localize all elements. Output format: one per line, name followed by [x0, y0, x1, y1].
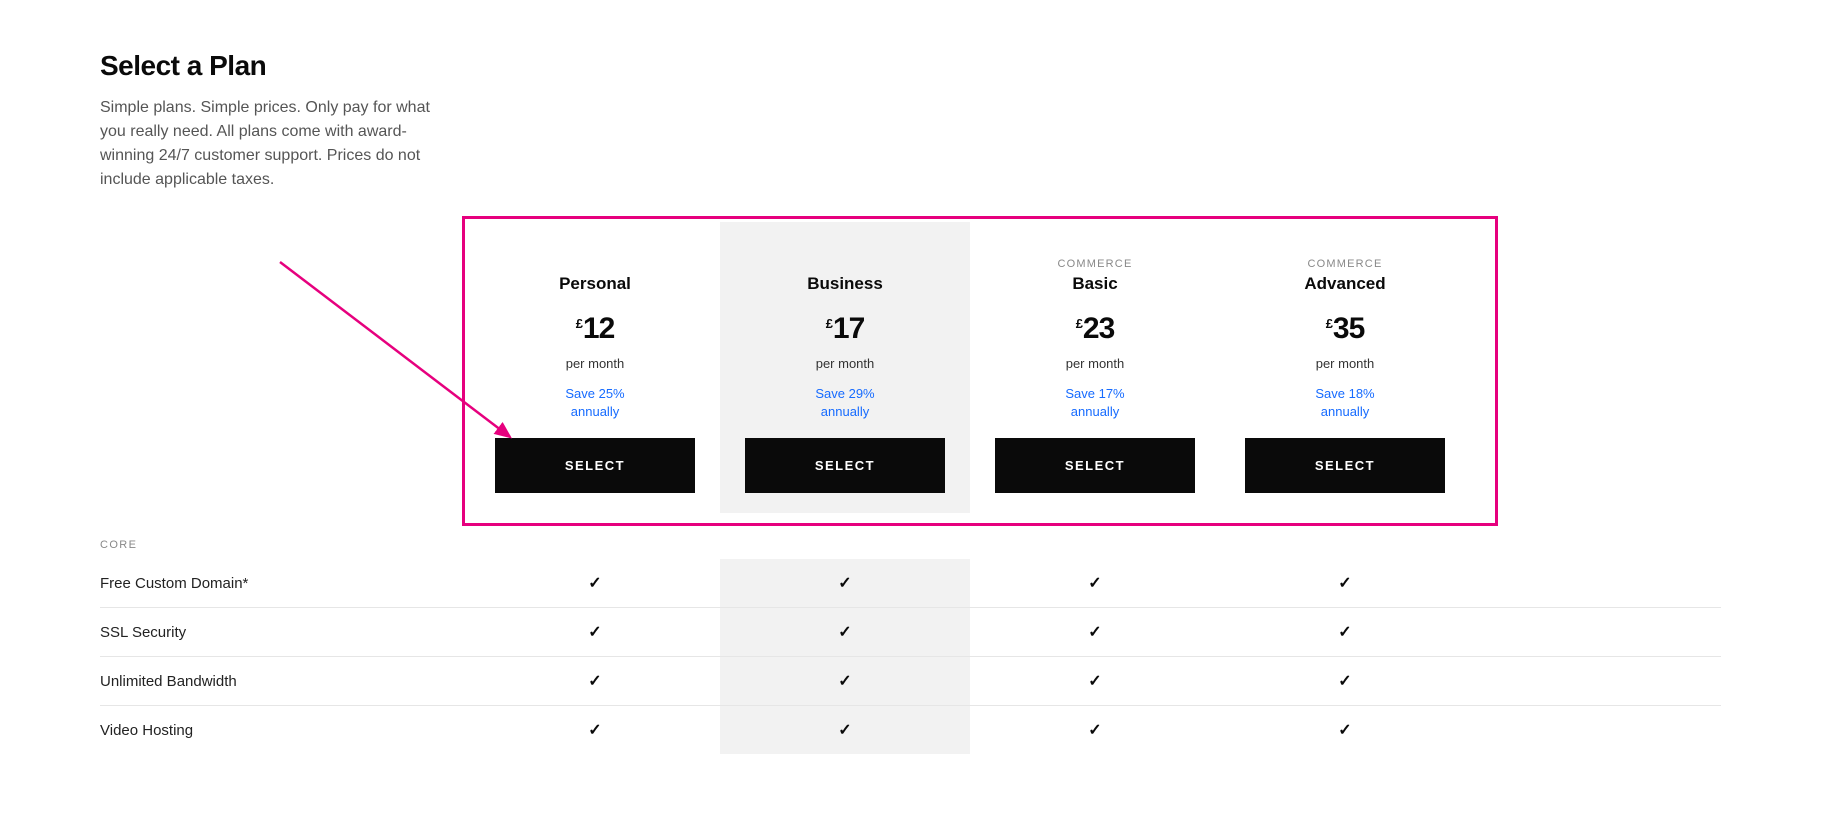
select-button-business[interactable]: SELECT: [745, 438, 945, 493]
select-button-personal[interactable]: SELECT: [495, 438, 695, 493]
price-value: 35: [1333, 312, 1364, 346]
currency-symbol: £: [576, 316, 583, 331]
feature-cell: ✓: [470, 657, 720, 705]
feature-section-label: CORE: [100, 535, 1721, 559]
savings-link[interactable]: Save 29%annually: [720, 385, 970, 420]
plan-tier: [470, 258, 720, 272]
pricing-grid: Personal £ 12 per month Save 25%annually…: [100, 222, 1721, 513]
billing-period: per month: [1220, 356, 1470, 371]
page-title: Select a Plan: [100, 50, 460, 82]
check-icon: ✓: [1338, 671, 1351, 691]
check-icon: ✓: [1338, 720, 1351, 740]
plan-price: £ 35: [1220, 312, 1470, 346]
check-icon: ✓: [838, 720, 851, 740]
plan-tier: COMMERCE: [1220, 258, 1470, 272]
plan-price: £ 23: [970, 312, 1220, 346]
feature-table: CORE Free Custom Domain* ✓ ✓ ✓ ✓ SSL Sec…: [100, 535, 1721, 754]
feature-row: Video Hosting ✓ ✓ ✓ ✓: [100, 706, 1721, 754]
plan-price: £ 17: [720, 312, 970, 346]
page-header: Select a Plan Simple plans. Simple price…: [100, 50, 460, 192]
feature-cell: ✓: [970, 559, 1220, 607]
check-icon: ✓: [1088, 573, 1101, 593]
feature-row: SSL Security ✓ ✓ ✓ ✓: [100, 608, 1721, 657]
feature-cell: ✓: [1220, 608, 1470, 656]
feature-cell: ✓: [720, 608, 970, 656]
select-button-advanced[interactable]: SELECT: [1245, 438, 1445, 493]
feature-cell: ✓: [720, 657, 970, 705]
currency-symbol: £: [826, 316, 833, 331]
feature-row: Unlimited Bandwidth ✓ ✓ ✓ ✓: [100, 657, 1721, 706]
feature-cell: ✓: [970, 608, 1220, 656]
feature-cell: ✓: [1220, 657, 1470, 705]
feature-cell: ✓: [470, 608, 720, 656]
check-icon: ✓: [588, 671, 601, 691]
feature-cell: ✓: [970, 706, 1220, 754]
feature-row: Free Custom Domain* ✓ ✓ ✓ ✓: [100, 559, 1721, 608]
plan-name: Business: [720, 274, 970, 294]
plan-tier: [720, 258, 970, 272]
check-icon: ✓: [1338, 573, 1351, 593]
plan-name: Personal: [470, 274, 720, 294]
billing-period: per month: [720, 356, 970, 371]
check-icon: ✓: [838, 671, 851, 691]
feature-cell: ✓: [720, 706, 970, 754]
check-icon: ✓: [588, 622, 601, 642]
plan-card-business: Business £ 17 per month Save 29%annually…: [720, 222, 970, 513]
check-icon: ✓: [838, 573, 851, 593]
check-icon: ✓: [588, 573, 601, 593]
check-icon: ✓: [1088, 671, 1101, 691]
check-icon: ✓: [838, 622, 851, 642]
plan-card-personal: Personal £ 12 per month Save 25%annually…: [470, 222, 720, 513]
currency-symbol: £: [1326, 316, 1333, 331]
price-value: 17: [833, 312, 864, 346]
feature-label: Unlimited Bandwidth: [100, 659, 470, 704]
feature-label: Free Custom Domain*: [100, 561, 470, 606]
billing-period: per month: [970, 356, 1220, 371]
feature-cell: ✓: [970, 657, 1220, 705]
savings-link[interactable]: Save 17%annually: [970, 385, 1220, 420]
plan-name: Basic: [970, 274, 1220, 294]
plan-card-advanced: COMMERCE Advanced £ 35 per month Save 18…: [1220, 222, 1470, 513]
billing-period: per month: [470, 356, 720, 371]
page-subtitle: Simple plans. Simple prices. Only pay fo…: [100, 96, 460, 192]
feature-cell: ✓: [1220, 559, 1470, 607]
select-button-basic[interactable]: SELECT: [995, 438, 1195, 493]
feature-cell: ✓: [470, 706, 720, 754]
plan-name: Advanced: [1220, 274, 1470, 294]
plan-tier: COMMERCE: [970, 258, 1220, 272]
savings-link[interactable]: Save 25%annually: [470, 385, 720, 420]
check-icon: ✓: [588, 720, 601, 740]
currency-symbol: £: [1076, 316, 1083, 331]
price-value: 12: [583, 312, 614, 346]
plan-price: £ 12: [470, 312, 720, 346]
plan-card-basic: COMMERCE Basic £ 23 per month Save 17%an…: [970, 222, 1220, 513]
feature-cell: ✓: [720, 559, 970, 607]
feature-cell: ✓: [470, 559, 720, 607]
savings-link[interactable]: Save 18%annually: [1220, 385, 1470, 420]
check-icon: ✓: [1088, 720, 1101, 740]
check-icon: ✓: [1088, 622, 1101, 642]
price-value: 23: [1083, 312, 1114, 346]
feature-label: Video Hosting: [100, 708, 470, 753]
check-icon: ✓: [1338, 622, 1351, 642]
feature-cell: ✓: [1220, 706, 1470, 754]
feature-label: SSL Security: [100, 610, 470, 655]
